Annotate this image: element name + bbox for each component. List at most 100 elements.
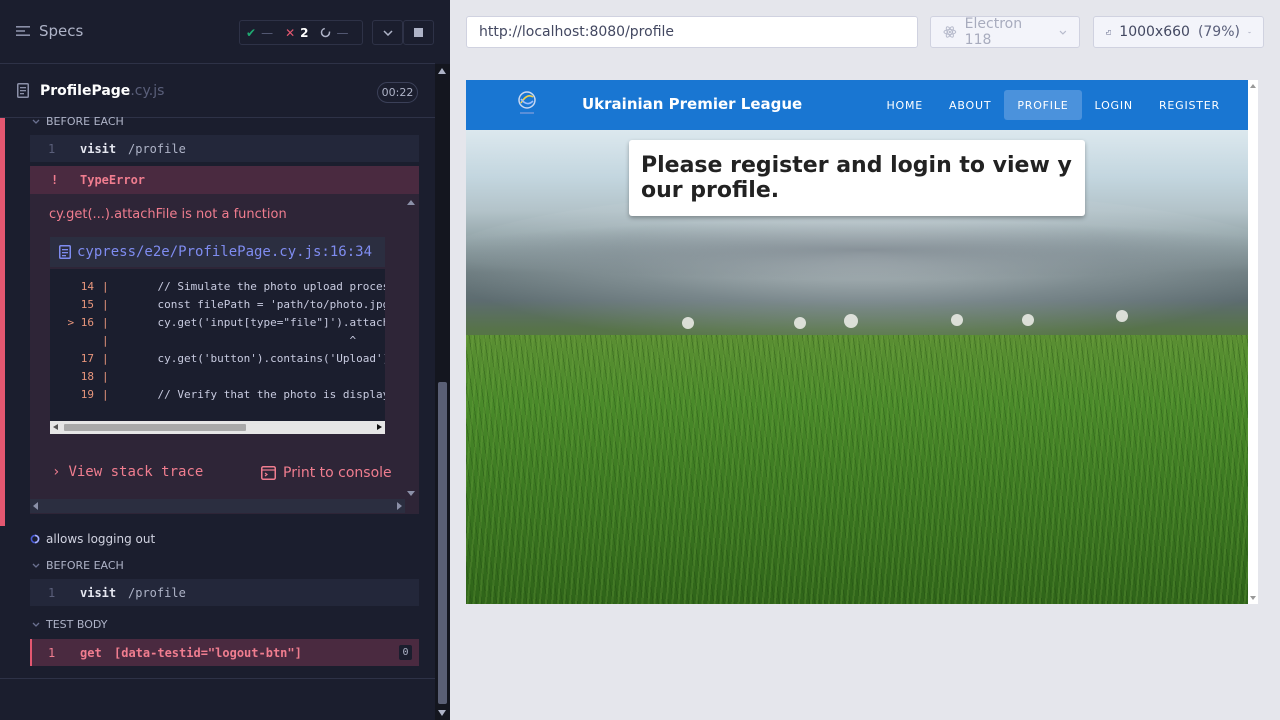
menu-icon [16,26,30,36]
failed-count: 2 [300,25,309,40]
scroll-down-icon [438,710,446,716]
specs-button[interactable]: Specs [16,22,83,40]
passed-stat: ✔ — [240,26,279,40]
stack-trace-label: View stack trace [68,464,204,480]
failed-test-indicator [0,118,5,526]
scroll-right-icon [397,502,402,510]
command-number: 1 [48,645,56,660]
code-line: 17 | cy.get('button').contains('Upload').… [50,349,385,367]
chevron-right-icon: › [52,464,61,480]
line-number: 17 [80,351,94,365]
line-text: // Simulate the photo upload process [131,279,385,293]
error-vertical-scrollbar[interactable] [405,198,417,498]
line-bar: | [102,369,109,383]
specs-label: Specs [39,22,84,40]
grass-field [466,335,1248,604]
command-name: get [80,645,102,660]
visit-command[interactable]: 1 visit /profile [30,579,419,606]
print-to-console-button[interactable]: Print to console [261,465,392,481]
nav-login[interactable]: LOGIN [1082,90,1146,120]
chevron-down-icon [32,622,40,627]
browser-selector[interactable]: Electron 118 [930,16,1080,48]
document-icon [17,83,29,98]
hook-label: BEFORE EACH [46,559,124,572]
line-number: 15 [80,297,94,311]
url-text: http://localhost:8080/profile [479,24,675,40]
line-bar: | [102,351,109,365]
command-number: 1 [48,585,56,600]
nav-links: HOME ABOUT PROFILE LOGIN REGISTER [873,90,1233,120]
test-stats: ✔ — ✕ 2 — [239,20,363,45]
stadium-light [794,317,806,329]
terminal-icon [261,466,276,480]
nav-register[interactable]: REGISTER [1146,90,1233,120]
get-command-failed[interactable]: 1 get [data-testid="logout-btn"] 0 [30,639,419,666]
line-number: > 16 [67,315,95,329]
login-required-message: Please register and login to view your p… [629,140,1085,216]
check-icon: ✔ [246,25,257,40]
line-text: const filePath = 'path/to/photo.jpg' // [157,297,385,311]
line-bar: | [102,279,109,293]
chevron-down-icon [32,119,40,124]
scroll-down-icon [407,491,415,496]
error-file-link[interactable]: cypress/e2e/ProfilePage.cy.js:16:34 [50,237,385,267]
nav-about[interactable]: ABOUT [936,90,1004,120]
error-details: cy.get(...).attachFile is not a function… [30,194,419,514]
command-number: 1 [48,141,56,156]
code-line-highlighted: > 16 | cy.get('input[type="file"]').attac… [50,313,386,331]
test-allows-logging-out[interactable]: allows logging out [30,532,155,546]
command-arg: [data-testid="logout-btn"] [114,645,302,660]
before-each-header[interactable]: BEFORE EACH [32,115,124,128]
reporter-scrollbar[interactable] [435,64,450,720]
reporter-panel: Specs ✔ — ✕ 2 — ProfilePage.cy.js 00:22 … [0,0,450,720]
app-viewport: Ukrainian Premier League HOME ABOUT PROF… [466,80,1248,604]
view-stack-trace-button[interactable]: › View stack trace [52,464,203,480]
visit-command[interactable]: 1 visit /profile [30,135,419,162]
spec-filename[interactable]: ProfilePage.cy.js [40,83,164,99]
error-horizontal-scrollbar[interactable] [30,499,405,513]
line-text: // Verify that the photo is displayed a [157,387,385,401]
error-icon: ! [51,173,59,187]
scrollbar-thumb[interactable] [64,424,246,431]
stadium-light [682,317,694,329]
line-bar: | [102,315,109,329]
pending-icon [321,27,331,38]
nav-home[interactable]: HOME [873,90,936,120]
stadium-light [1022,314,1034,326]
code-line: 15 | const filePath = 'path/to/photo.jpg'… [50,295,385,313]
command-name: visit [80,585,117,600]
pending-stat: — [314,26,354,40]
cypress-runner: Specs ✔ — ✕ 2 — ProfilePage.cy.js 00:22 … [0,0,1280,720]
line-text: cy.get('input[type="file"]').attachFile [157,315,385,329]
brand-title[interactable]: Ukrainian Premier League [582,95,802,113]
stadium-light [951,314,963,326]
stop-button[interactable] [403,20,434,45]
before-each-header[interactable]: BEFORE EACH [32,559,124,572]
stadium-light [1116,310,1128,322]
browser-name: Electron 118 [964,16,1023,48]
line-number: 14 [80,279,94,293]
app-navbar: Ukrainian Premier League HOME ABOUT PROF… [466,80,1248,130]
document-icon [59,245,71,259]
nav-profile[interactable]: PROFILE [1004,90,1082,120]
scrollbar-thumb[interactable] [438,382,447,704]
line-number: 18 [80,369,94,383]
running-icon [30,534,40,544]
chevron-down-icon [382,29,393,36]
scroll-left-icon [33,502,38,510]
viewport-selector[interactable]: 1000x660 (79%) [1093,16,1264,48]
url-bar[interactable]: http://localhost:8080/profile [466,16,918,48]
line-text: cy.get('button').contains('Upload').cli [157,351,385,365]
hook-label: BEFORE EACH [46,115,124,128]
stadium-roof [466,220,1248,280]
code-horizontal-scrollbar[interactable] [50,421,385,434]
line-bar: | [102,387,109,401]
duration-badge: 00:22 [377,82,418,103]
league-logo-icon [518,91,536,114]
test-body-header[interactable]: TEST BODY [32,618,107,631]
scroll-up-icon [1250,84,1256,88]
scroll-right-icon [377,424,382,430]
code-frame: 14 | // Simulate the photo upload process… [50,269,385,429]
app-viewport-scrollbar[interactable] [1248,80,1258,604]
collapse-button[interactable] [372,20,403,45]
